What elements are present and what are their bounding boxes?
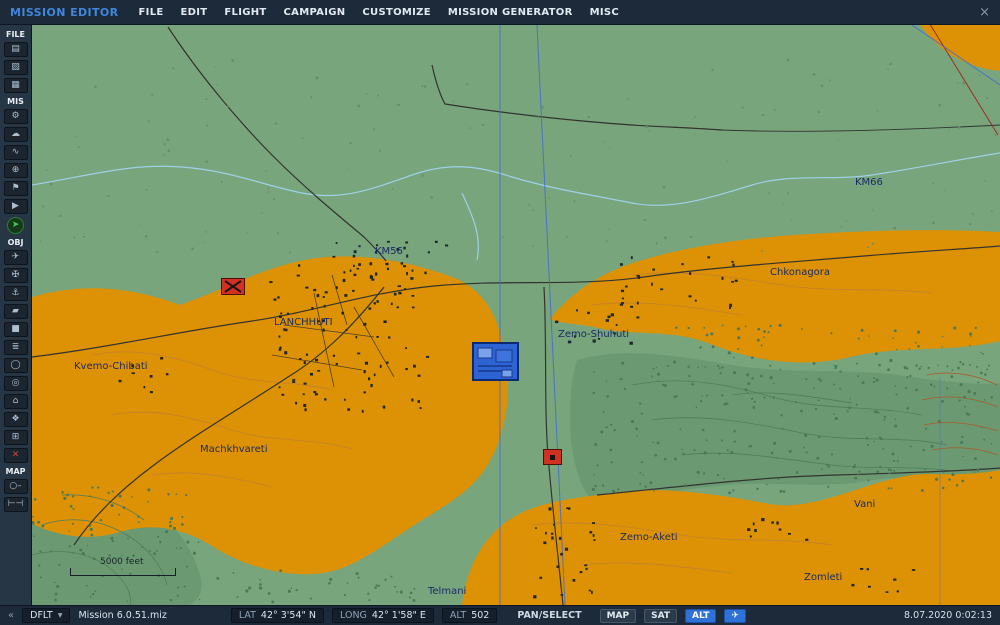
delete-object-icon[interactable]: ✕	[3, 447, 28, 463]
menu-file[interactable]: FILE	[139, 7, 164, 18]
long-label: LONG	[340, 610, 367, 621]
map-view-button[interactable]: MAP	[599, 608, 637, 623]
grid-object-icon[interactable]: ⊞	[3, 429, 28, 445]
farp-icon[interactable]: ⌂	[3, 393, 28, 409]
open-mission-icon[interactable]: ▧	[3, 59, 28, 75]
template-icon[interactable]: ≣	[3, 339, 28, 355]
alt-value: 502	[471, 610, 490, 621]
trigger-zone-icon[interactable]: ◯	[3, 357, 28, 373]
red-ground-unit[interactable]	[543, 449, 562, 465]
goals-icon[interactable]: ⚑	[3, 180, 28, 196]
unit-labels-toggle[interactable]: ✈	[724, 608, 746, 623]
long-value: 42° 1'58" E	[371, 610, 426, 621]
map-scale: 5000 feet	[70, 557, 176, 576]
map-scale-bar	[70, 568, 176, 576]
ship-icon[interactable]: ⚓	[3, 285, 28, 301]
vehicle-icon[interactable]: ▰	[3, 303, 28, 319]
preset-dropdown[interactable]: DFLT ▾	[22, 608, 71, 623]
sidebar-section-obj: OBJ	[7, 238, 24, 247]
distance-tool-icon[interactable]: ○–	[3, 478, 28, 494]
sidebar-section-map: MAP	[5, 467, 26, 476]
sidebar: FILE ▤ ▧ ▦ MIS ⚙ ☁ ∿ ⊕ ⚑ ▶ ➤ OBJ ✈ ✠ ⚓ ▰ ■ ≣ ◯ ◎ ⌂ ❖ ⊞ ✕ MAP ○– ⊢⊣	[0, 25, 32, 605]
new-mission-icon[interactable]: ▤	[3, 41, 28, 57]
menubar: FILE EDIT FLIGHT CAMPAIGN CUSTOMIZE MISSION G…	[139, 7, 619, 18]
menu-campaign[interactable]: CAMPAIGN	[284, 7, 346, 18]
statusbar-collapse-icon[interactable]: «	[8, 610, 14, 621]
helicopter-icon[interactable]: ✠	[3, 267, 28, 283]
menu-flight[interactable]: FLIGHT	[224, 7, 266, 18]
preset-label: DFLT	[30, 610, 53, 621]
map-scale-label: 5000 feet	[100, 557, 144, 567]
red-ground-group[interactable]	[221, 278, 245, 295]
unit-set-icon[interactable]: ❖	[3, 411, 28, 427]
map-viewport[interactable]: KM66 KM56 Chkonagora LANCHHUTI Zemo-Shuhuti K…	[32, 25, 1000, 605]
alt-view-button[interactable]: ALT	[684, 608, 717, 623]
menu-edit[interactable]: EDIT	[181, 7, 208, 18]
units-layer	[32, 25, 1000, 605]
latitude-readout: LAT 42° 3'54" N	[230, 608, 325, 623]
menu-mission-generator[interactable]: MISSION GENERATOR	[448, 7, 573, 18]
mouse-mode-indicator: PAN/SELECT	[517, 610, 582, 621]
close-icon[interactable]: ×	[979, 6, 990, 19]
lat-value: 42° 3'54" N	[260, 610, 317, 621]
target-icon[interactable]: ◎	[3, 375, 28, 391]
alt-label: ALT	[449, 610, 467, 621]
sidebar-section-file: FILE	[5, 30, 25, 39]
menu-misc[interactable]: MISC	[590, 7, 619, 18]
longitude-readout: LONG 42° 1'58" E	[332, 608, 434, 623]
fly-mission-icon[interactable]: ➤	[7, 216, 24, 234]
altitude-readout: ALT 502	[441, 608, 498, 623]
triggers-icon[interactable]: ⊕	[3, 162, 28, 178]
sidebar-section-mis: MIS	[7, 97, 24, 106]
chevron-down-icon: ▾	[57, 610, 63, 621]
save-mission-icon[interactable]: ▦	[3, 77, 28, 93]
airplane-icon[interactable]: ✈	[3, 249, 28, 265]
mission-options-icon[interactable]: ⚙	[3, 108, 28, 124]
static-object-icon[interactable]: ■	[3, 321, 28, 337]
lat-label: LAT	[238, 610, 256, 621]
ruler-tool-icon[interactable]: ⊢⊣	[3, 496, 28, 512]
briefing-icon[interactable]: ▶	[3, 198, 28, 214]
status-bar: « DFLT ▾ Mission 6.0.51.miz LAT 42° 3'54…	[0, 605, 1000, 625]
weather-icon[interactable]: ☁	[3, 126, 28, 142]
routes-icon[interactable]: ∿	[3, 144, 28, 160]
mission-datetime: 8.07.2020 0:02:13	[904, 610, 992, 621]
app-title: MISSION EDITOR	[10, 5, 119, 19]
title-bar: MISSION EDITOR FILE EDIT FLIGHT CAMPAIGN CUS…	[0, 0, 1000, 25]
mission-name: Mission 6.0.51.miz	[78, 610, 167, 621]
sat-view-button[interactable]: SAT	[644, 608, 677, 623]
blue-farp-selected[interactable]	[472, 342, 519, 381]
menu-customize[interactable]: CUSTOMIZE	[362, 7, 430, 18]
